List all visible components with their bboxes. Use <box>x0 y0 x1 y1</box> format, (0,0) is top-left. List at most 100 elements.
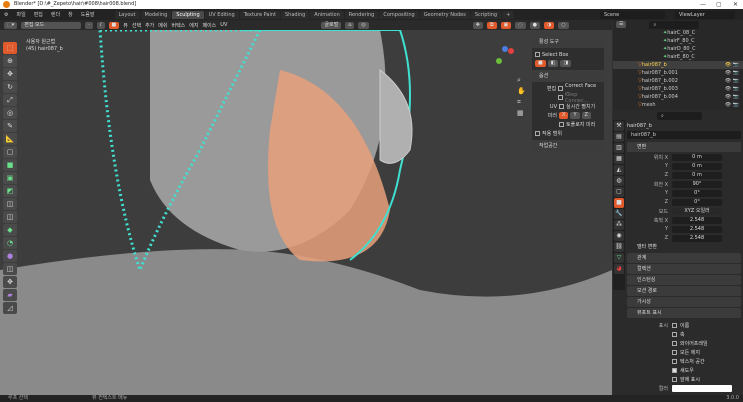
maximize-button[interactable]: ▢ <box>716 0 722 9</box>
rotation-mode-dropdown[interactable]: XYZ 오일러 <box>672 207 722 215</box>
inset-tool[interactable]: ▣ <box>3 172 17 184</box>
transform-affect-label[interactable]: 작용 범위 <box>542 130 562 137</box>
instancing-section[interactable]: 인스턴싱 <box>627 275 741 285</box>
edge-select-mode[interactable]: / <box>96 21 105 29</box>
add-workspace-button[interactable]: + <box>502 10 515 19</box>
menu-uv[interactable]: UV <box>220 22 227 28</box>
show-option-checkbox[interactable] <box>672 340 677 346</box>
visibility-eye-icon[interactable]: 👁 📷 <box>725 93 743 101</box>
scale-z[interactable]: 2.548 <box>672 234 722 242</box>
menu-render[interactable]: 렌더 <box>47 11 64 18</box>
poly-build-tool[interactable]: ◆ <box>3 224 17 236</box>
collections-section[interactable]: 컬렉션 <box>627 264 741 274</box>
menu-mesh[interactable]: 메쉬 <box>158 22 167 29</box>
visibility-section[interactable]: 가시성 <box>627 297 741 307</box>
visibility-eye-icon[interactable]: 👁 📷 <box>725 85 743 93</box>
tab-rendering[interactable]: Rendering <box>344 10 379 19</box>
snap-button[interactable]: ⌂ <box>345 21 355 29</box>
rip-tool[interactable]: ◿ <box>3 302 17 314</box>
visibility-eye-icon[interactable]: 👁 📷 <box>725 61 743 69</box>
knife-tool[interactable]: ◫ <box>3 211 17 223</box>
menu-select[interactable]: 선택 <box>132 22 141 29</box>
outliner-item[interactable]: ▽ hair087_b.001 👁 📷 <box>613 69 743 77</box>
add-cube-tool[interactable]: ▢ <box>3 146 17 158</box>
outliner-item[interactable]: ✦ hairD_80_C <box>613 45 743 53</box>
menu-edge[interactable]: 에지 <box>189 22 198 29</box>
move-tool[interactable]: ✥ <box>3 68 17 80</box>
data-tab-icon[interactable]: ▽ <box>614 253 624 263</box>
render-tab-icon[interactable]: ▤ <box>614 132 624 142</box>
menu-window[interactable]: 창 <box>64 11 77 18</box>
nav-buttons[interactable]: ⌕ ✋ ⌗ ▦ <box>517 75 526 119</box>
select-box-tool[interactable]: ⬚ <box>3 42 17 54</box>
show-option-checkbox[interactable] <box>672 331 677 337</box>
tab-shading[interactable]: Shading <box>280 10 310 19</box>
material-tab-icon[interactable]: ◕ <box>614 264 624 274</box>
outliner-item[interactable]: ▽ mesh 👁 📷 <box>613 101 743 109</box>
face-select-mode[interactable]: ■ <box>108 21 120 29</box>
tab-scripting[interactable]: Scripting <box>470 10 502 19</box>
smooth-tool[interactable]: ● <box>3 250 17 262</box>
bevel-tool[interactable]: ◩ <box>3 185 17 197</box>
shear-tool[interactable]: ▰ <box>3 289 17 301</box>
live-unwrap-checkbox[interactable] <box>559 104 564 109</box>
minimize-button[interactable]: — <box>700 0 706 9</box>
shading-material[interactable]: ◑ <box>544 21 555 29</box>
shading-rendered[interactable]: ○ <box>558 21 569 29</box>
show-option-checkbox[interactable] <box>672 322 677 328</box>
motion-paths-section[interactable]: 모션 경로 <box>627 286 741 296</box>
constraints-tab-icon[interactable]: ⛓ <box>614 242 624 252</box>
outliner-item[interactable]: ✦ hairC_08_C <box>613 29 743 37</box>
visibility-eye-icon[interactable]: 👁 📷 <box>725 101 743 109</box>
modifier-tab-icon[interactable]: 🔧 <box>614 209 624 219</box>
vertex-select-mode[interactable]: · <box>85 21 93 29</box>
close-button[interactable]: ✕ <box>733 0 738 9</box>
rotation-z[interactable]: 0° <box>672 198 722 206</box>
properties-search-input[interactable]: ⌕ <box>657 112 702 120</box>
3d-viewport[interactable]: 사용자 원근법 (45) hair087_b ⌕ ✋ ⌗ ▦ <box>0 30 612 395</box>
workspace-header[interactable]: 작업공간 <box>532 142 604 151</box>
display-mode-button[interactable]: ☰ <box>616 21 627 28</box>
object-name-field[interactable]: hair087_b <box>627 131 741 139</box>
color-swatch[interactable] <box>672 384 732 392</box>
transform-section[interactable]: 변환 <box>627 142 741 152</box>
menu-file[interactable]: 파일 <box>12 11 29 18</box>
location-z[interactable]: 0 m <box>672 171 722 179</box>
outliner-item[interactable]: ▽ hair087_b 👁 📷 <box>613 61 743 69</box>
menu-add[interactable]: 추가 <box>145 22 154 29</box>
outliner-item[interactable]: ▽ hair087_b.003 👁 📷 <box>613 85 743 93</box>
physics-tab-icon[interactable]: ◉ <box>614 231 624 241</box>
shading-solid[interactable]: ● <box>529 21 541 29</box>
viewport-display-section[interactable]: 뷰포트 표시 <box>627 308 741 318</box>
delta-transform-subpanel[interactable]: 델타 변환 <box>627 243 741 252</box>
editor-type-button[interactable]: ⬚▾ <box>4 21 18 29</box>
scale-tool[interactable]: ⤢ <box>3 94 17 106</box>
transform-tool[interactable]: ◎ <box>3 107 17 119</box>
correct-face-checkbox[interactable] <box>558 86 563 91</box>
scale-x[interactable]: 2.548 <box>672 216 722 224</box>
location-y[interactable]: 0 m <box>672 162 722 170</box>
shrink-fatten-tool[interactable]: ✥ <box>3 276 17 288</box>
active-tool-header[interactable]: 활성 도구 <box>532 38 604 47</box>
proportional-edit-button[interactable]: ◎ <box>358 21 369 29</box>
view-layer-tab-icon[interactable]: ▦ <box>614 154 624 164</box>
visibility-eye-icon[interactable]: 👁 📷 <box>725 77 743 85</box>
tab-sculpting[interactable]: Sculpting <box>172 10 204 19</box>
tab-animation[interactable]: Animation <box>310 10 344 19</box>
show-option-checkbox[interactable] <box>672 349 677 355</box>
overlays-button[interactable]: ⧉ <box>486 21 497 29</box>
viewport-gizmo-button[interactable]: ✥ <box>472 21 483 29</box>
shading-wireframe[interactable]: ◌ <box>515 21 526 29</box>
outliner-item[interactable]: ✦ hairE_80_C <box>613 53 743 61</box>
show-option-checkbox[interactable] <box>672 358 677 364</box>
extrude-tool[interactable]: ■ <box>3 159 17 171</box>
outliner-item[interactable]: ▽ hair087_b.002 👁 📷 <box>613 77 743 85</box>
menu-vertex[interactable]: 버텍스 <box>171 22 185 29</box>
navigation-gizmo[interactable] <box>494 46 516 68</box>
mirror-x-button[interactable]: X <box>559 112 569 119</box>
scene-selector[interactable]: Scene <box>600 10 665 19</box>
tool-tab-icon[interactable]: ⚒ <box>614 121 624 131</box>
options-header[interactable]: 옵션 <box>532 72 604 81</box>
menu-view[interactable]: 뷰 <box>123 22 128 29</box>
tab-geometry-nodes[interactable]: Geometry Nodes <box>419 10 470 19</box>
